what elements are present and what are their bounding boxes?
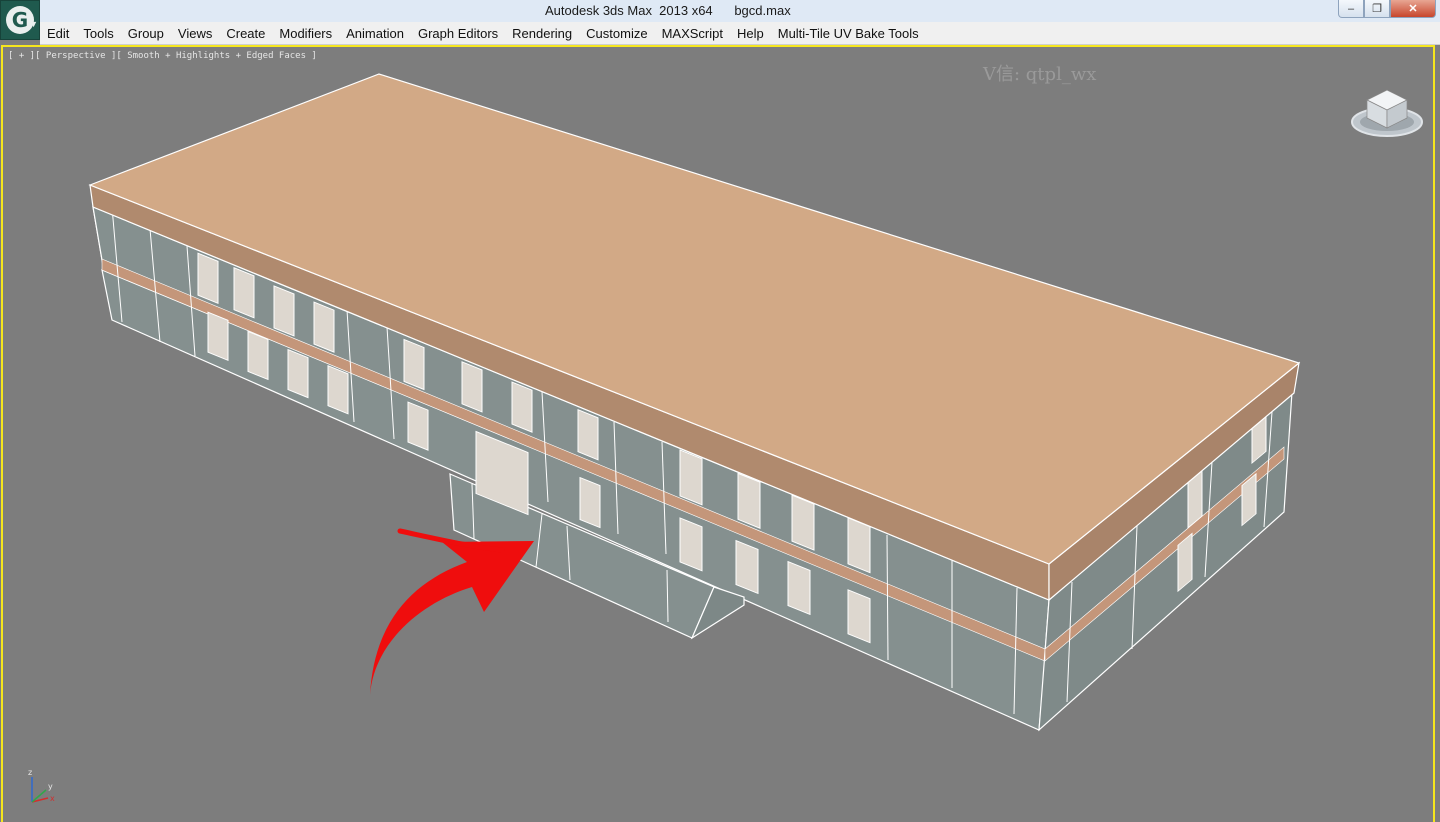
- chevron-down-icon: ▼: [29, 19, 38, 29]
- minimize-button[interactable]: –: [1338, 0, 1364, 18]
- axis-x-label: x: [50, 794, 55, 803]
- axis-y-label: y: [48, 782, 53, 791]
- close-button[interactable]: ✕: [1390, 0, 1436, 18]
- window-title: Autodesk 3ds Max 2013 x64 bgcd.max: [545, 3, 791, 18]
- menu-create[interactable]: Create: [219, 26, 272, 41]
- axis-z-label: z: [28, 768, 32, 777]
- menu-rendering[interactable]: Rendering: [505, 26, 579, 41]
- menu-modifiers[interactable]: Modifiers: [272, 26, 339, 41]
- menu-multi-tile-uv-bake-tools[interactable]: Multi-Tile UV Bake Tools: [771, 26, 926, 41]
- window-controls: – ❐ ✕: [1338, 0, 1436, 18]
- viewcube-icon[interactable]: [1351, 89, 1423, 137]
- menu-maxscript[interactable]: MAXScript: [655, 26, 730, 41]
- menu-tools[interactable]: Tools: [76, 26, 120, 41]
- menu-help[interactable]: Help: [730, 26, 771, 41]
- building-model[interactable]: z y x: [3, 47, 1435, 822]
- title-bar: Autodesk 3ds Max 2013 x64 bgcd.max – ❐ ✕: [0, 0, 1440, 23]
- perspective-viewport[interactable]: [ + ][ Perspective ][ Smooth + Highlight…: [1, 45, 1435, 822]
- axis-tripod-icon: z y x: [28, 768, 55, 803]
- menu-group[interactable]: Group: [121, 26, 171, 41]
- menu-animation[interactable]: Animation: [339, 26, 411, 41]
- menu-views[interactable]: Views: [171, 26, 219, 41]
- maximize-button[interactable]: ❐: [1364, 0, 1390, 18]
- application-menu-button[interactable]: G ▼: [0, 0, 40, 40]
- menu-edit[interactable]: Edit: [40, 26, 76, 41]
- red-annotation-arrow: [370, 541, 534, 695]
- menu-customize[interactable]: Customize: [579, 26, 654, 41]
- menu-graph-editors[interactable]: Graph Editors: [411, 26, 505, 41]
- menu-bar: Edit Tools Group Views Create Modifiers …: [40, 22, 1440, 45]
